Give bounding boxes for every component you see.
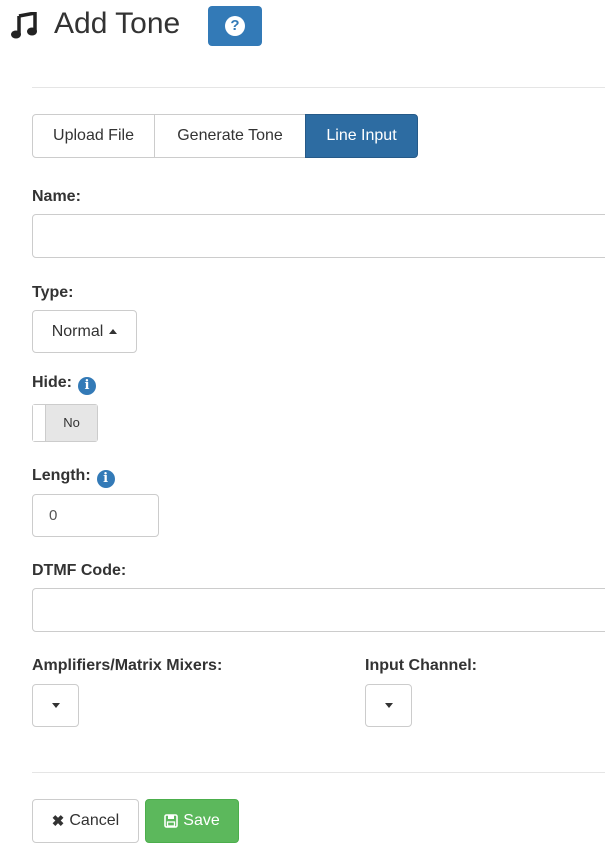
caret-up-icon [109, 329, 118, 334]
header-divider [32, 87, 605, 88]
caret-down-icon [51, 703, 60, 708]
cancel-button[interactable]: ✖ Cancel [32, 799, 139, 843]
source-tabs: Upload File Generate Tone Line Input [32, 114, 418, 158]
times-icon: ✖ [51, 813, 65, 830]
tab-line-input[interactable]: Line Input [305, 114, 418, 158]
save-button[interactable]: Save [145, 799, 239, 843]
input-channel-label: Input Channel: [365, 657, 477, 674]
input-channel-dropdown[interactable] [365, 684, 412, 727]
tab-generate-tone[interactable]: Generate Tone [154, 114, 306, 158]
length-input[interactable] [32, 494, 159, 537]
dtmf-label: DTMF Code: [32, 562, 127, 579]
hide-toggle-state: No [46, 405, 97, 441]
hide-label-row: Hide: i [32, 374, 96, 395]
cancel-label: Cancel [69, 812, 120, 829]
length-label: Length: [32, 467, 91, 484]
type-dropdown[interactable]: Normal [32, 310, 137, 353]
name-label: Name: [32, 188, 81, 205]
info-circle-icon[interactable]: i [78, 377, 96, 395]
name-input[interactable] [32, 214, 605, 258]
save-label: Save [183, 812, 220, 829]
length-label-row: Length: i [32, 467, 115, 488]
type-selected-value: Normal [51, 322, 104, 340]
info-circle-icon[interactable]: i [96, 470, 115, 488]
amplifiers-dropdown[interactable] [32, 684, 79, 727]
music-note-icon [10, 10, 38, 40]
amplifiers-label: Amplifiers/Matrix Mixers: [32, 657, 223, 674]
dtmf-code-input[interactable] [32, 588, 605, 632]
floppy-disk-icon [164, 814, 179, 828]
hide-toggle[interactable]: No [32, 404, 98, 442]
page-title: Add Tone [54, 7, 181, 40]
hide-label: Hide: [32, 374, 72, 391]
help-button[interactable]: ? [208, 6, 262, 46]
footer-divider [32, 772, 605, 773]
caret-down-icon [384, 703, 393, 708]
tab-upload-file[interactable]: Upload File [32, 114, 155, 158]
question-circle-icon: ? [225, 16, 245, 36]
toggle-handle[interactable] [33, 405, 46, 441]
type-label: Type: [32, 284, 74, 301]
